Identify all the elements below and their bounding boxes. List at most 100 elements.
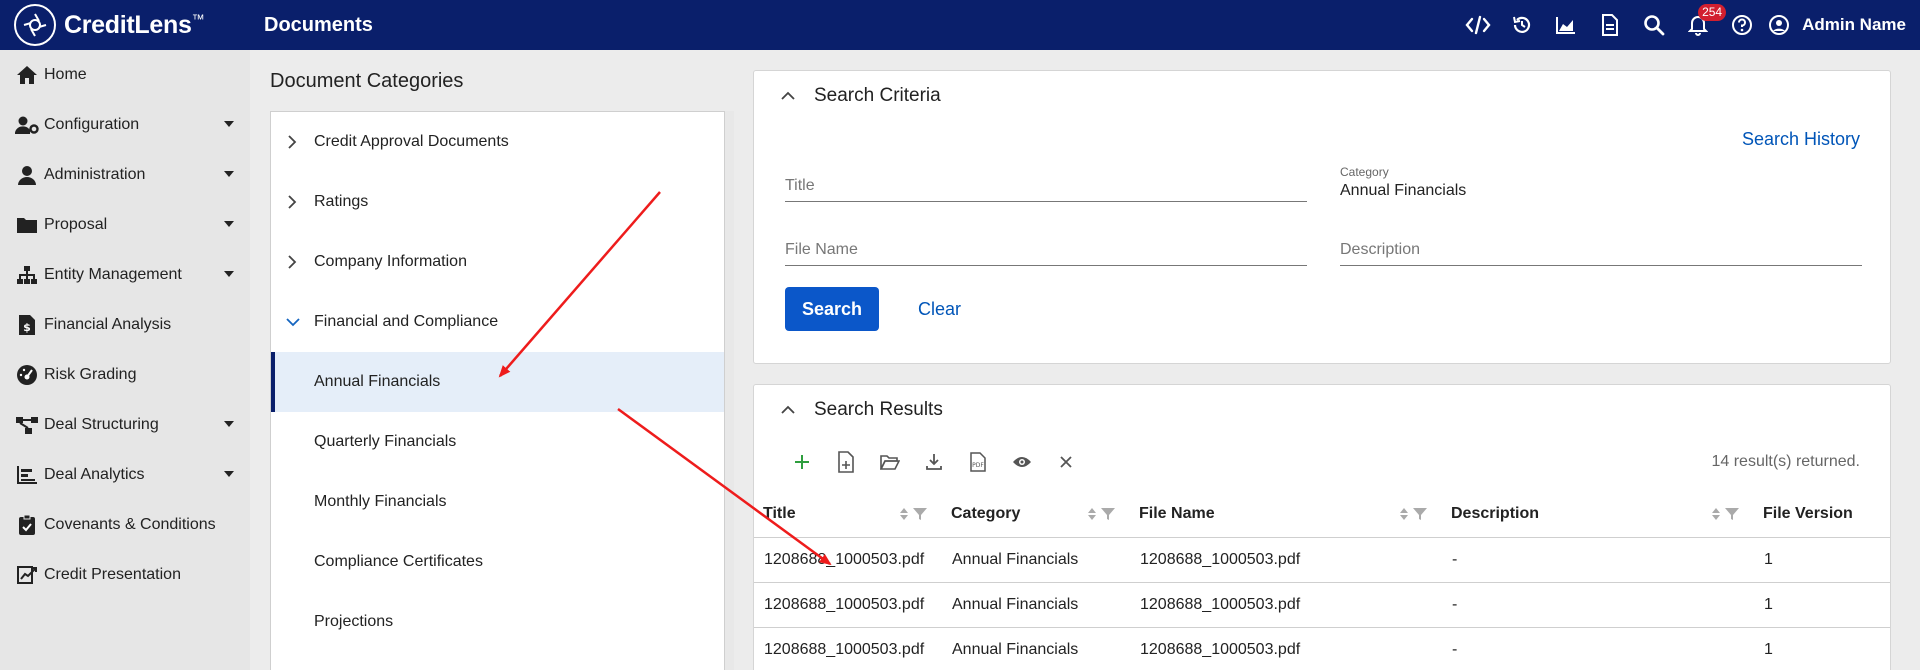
category-quarterly-financials[interactable]: Quarterly Financials — [271, 412, 725, 472]
category-field: Category Annual Financials — [1340, 165, 1467, 199]
chevron-right-icon — [288, 195, 297, 209]
gauge-icon — [14, 363, 40, 387]
chevron-down-icon — [224, 121, 234, 127]
chevron-right-icon — [288, 255, 297, 269]
filter-icon[interactable] — [1412, 507, 1428, 521]
dollar-doc-icon: $ — [14, 313, 40, 337]
chevron-down-icon — [224, 471, 234, 477]
chevron-down-icon — [224, 421, 234, 427]
sort-icon[interactable] — [1711, 506, 1721, 522]
result-count: 14 result(s) returned. — [1711, 453, 1860, 470]
search-icon[interactable] — [1632, 0, 1676, 50]
pdf-icon[interactable]: PDF — [956, 447, 1000, 477]
user-avatar-icon[interactable] — [1764, 0, 1794, 50]
sidebar-item-deal-analytics[interactable]: Deal Analytics — [0, 450, 250, 500]
search-results-card: Search Results PDF 14 result(s) returned… — [753, 384, 1891, 670]
app-name: CreditLens™ — [64, 10, 205, 39]
home-icon — [14, 63, 40, 87]
sidebar-item-administration[interactable]: Administration — [0, 150, 250, 200]
table-header-row: Title Category File Name Description Fil… — [754, 491, 1890, 538]
sidebar-item-covenants-conditions[interactable]: Covenants & Conditions — [0, 500, 250, 550]
notification-bell-icon[interactable]: 254 — [1676, 0, 1727, 50]
sidebar-item-credit-presentation[interactable]: Credit Presentation — [0, 550, 250, 600]
category-projections[interactable]: Projections — [271, 592, 725, 652]
document-icon[interactable] — [1588, 0, 1632, 50]
user-gear-icon — [14, 113, 40, 137]
sidebar-item-entity-management[interactable]: Entity Management — [0, 250, 250, 300]
search-results-header[interactable]: Search Results — [780, 399, 943, 421]
bar-chart-icon — [14, 463, 40, 487]
categories-title: Document Categories — [270, 70, 464, 92]
sort-icon[interactable] — [1087, 506, 1097, 522]
results-toolbar: PDF — [780, 447, 1088, 477]
aperture-logo-icon — [14, 4, 56, 46]
history-icon[interactable] — [1500, 0, 1544, 50]
clear-button[interactable]: Clear — [918, 299, 961, 320]
filter-icon[interactable] — [1100, 507, 1116, 521]
description-field[interactable]: Description — [1340, 241, 1862, 266]
help-icon[interactable] — [1720, 0, 1764, 50]
search-button[interactable]: Search — [785, 287, 879, 331]
table-row[interactable]: 1208688_1000503.pdf Annual Financials 12… — [754, 627, 1890, 670]
categories-scrollbar[interactable] — [724, 111, 734, 670]
flow-icon — [14, 413, 40, 437]
user-name[interactable]: Admin Name — [1802, 15, 1906, 35]
user-icon — [14, 163, 40, 187]
sidebar-item-financial-analysis[interactable]: $ Financial Analysis — [0, 300, 250, 350]
presentation-icon — [14, 563, 40, 587]
add-icon[interactable] — [780, 447, 824, 477]
close-icon[interactable] — [1044, 447, 1088, 477]
results-table: Title Category File Name Description Fil… — [754, 491, 1890, 670]
search-history-link[interactable]: Search History — [1742, 129, 1860, 150]
svg-text:PDF: PDF — [972, 462, 984, 469]
search-criteria-card: Search Criteria Search History Title Cat… — [753, 70, 1891, 364]
filter-icon[interactable] — [912, 507, 928, 521]
column-header-file-name[interactable]: File Name — [1130, 491, 1442, 538]
top-bar: CreditLens™ Documents 254 Admin Name — [0, 0, 1920, 50]
sidebar-item-deal-structuring[interactable]: Deal Structuring — [0, 400, 250, 450]
filter-icon[interactable] — [1724, 507, 1740, 521]
category-credit-approval-documents[interactable]: Credit Approval Documents — [271, 112, 725, 172]
code-icon[interactable] — [1456, 0, 1500, 50]
clipboard-check-icon — [14, 513, 40, 537]
area-chart-icon[interactable] — [1544, 0, 1588, 50]
category-financial-and-compliance[interactable]: Financial and Compliance — [271, 292, 725, 352]
chevron-down-icon — [224, 171, 234, 177]
chevron-right-icon — [288, 135, 297, 149]
category-company-information[interactable]: Company Information — [271, 232, 725, 292]
sidebar: Home Configuration Administration Propos… — [0, 50, 250, 670]
search-criteria-header[interactable]: Search Criteria — [780, 85, 941, 107]
category-compliance-certificates[interactable]: Compliance Certificates — [271, 532, 725, 592]
column-header-file-version[interactable]: File Version — [1754, 491, 1890, 538]
title-field[interactable]: Title — [785, 177, 1307, 202]
column-header-category[interactable]: Category — [942, 491, 1130, 538]
open-folder-icon[interactable] — [868, 447, 912, 477]
category-ratings[interactable]: Ratings — [271, 172, 725, 232]
category-monthly-financials[interactable]: Monthly Financials — [271, 472, 725, 532]
download-icon[interactable] — [912, 447, 956, 477]
page-title: Documents — [264, 13, 373, 36]
table-row[interactable]: 1208688_1000503.pdf Annual Financials 12… — [754, 537, 1890, 583]
column-header-description[interactable]: Description — [1442, 491, 1754, 538]
svg-text:$: $ — [23, 321, 31, 334]
column-header-title[interactable]: Title — [754, 491, 942, 538]
sort-icon[interactable] — [899, 506, 909, 522]
sidebar-item-configuration[interactable]: Configuration — [0, 100, 250, 150]
categories-tree: Credit Approval Documents Ratings Compan… — [270, 111, 733, 670]
chevron-up-icon — [781, 91, 795, 100]
chevron-down-icon — [224, 271, 234, 277]
chevron-down-icon — [224, 221, 234, 227]
sidebar-item-home[interactable]: Home — [0, 50, 250, 100]
table-row[interactable]: 1208688_1000503.pdf Annual Financials 12… — [754, 582, 1890, 628]
add-document-icon[interactable] — [824, 447, 868, 477]
file-name-field[interactable]: File Name — [785, 241, 1307, 266]
sidebar-item-risk-grading[interactable]: Risk Grading — [0, 350, 250, 400]
view-eye-icon[interactable] — [1000, 447, 1044, 477]
sort-icon[interactable] — [1399, 506, 1409, 522]
chevron-down-icon — [286, 318, 300, 327]
category-annual-financials[interactable]: Annual Financials — [271, 352, 725, 412]
sidebar-item-proposal[interactable]: Proposal — [0, 200, 250, 250]
chevron-up-icon — [781, 405, 795, 414]
folder-icon — [14, 213, 40, 237]
app-logo[interactable]: CreditLens™ — [0, 4, 264, 46]
